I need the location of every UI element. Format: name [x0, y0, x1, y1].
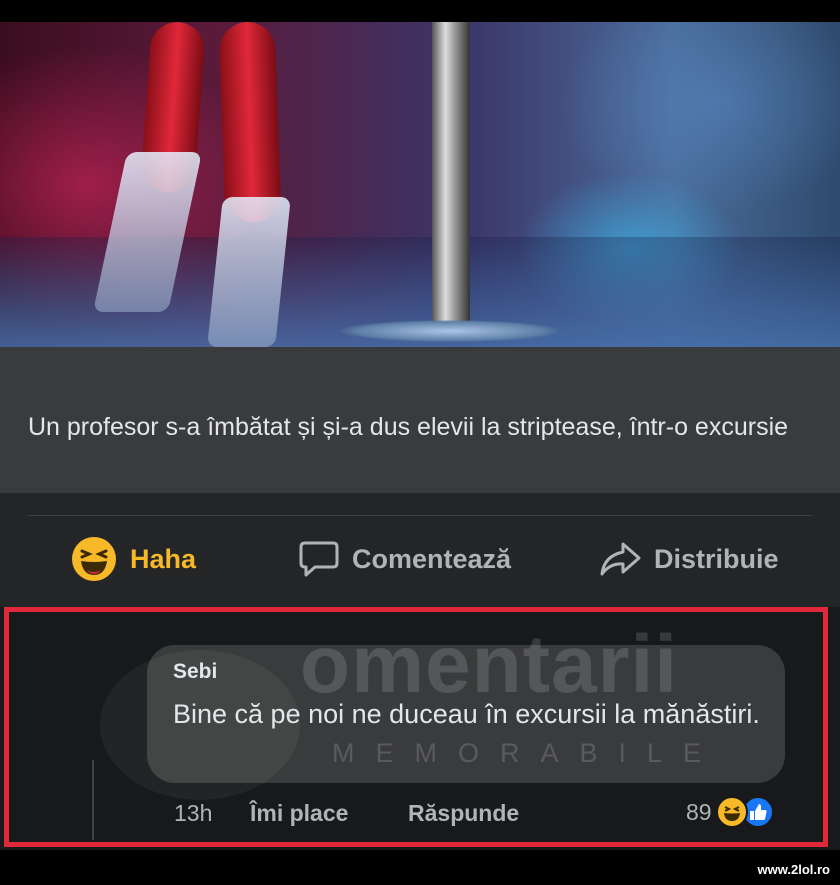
haha-label: Haha — [130, 543, 197, 574]
haha-icon — [715, 796, 748, 828]
dance-pole — [432, 22, 470, 322]
dance-pole-base — [340, 320, 560, 342]
source-watermark: www.2lol.ro — [757, 862, 830, 877]
share-icon — [600, 542, 641, 576]
highlight-frame — [4, 607, 828, 847]
link-title: Un profesor s-a îmbătat și și-a dus elev… — [28, 413, 789, 441]
comment-icon — [299, 541, 339, 577]
link-preview-title-box[interactable]: Un profesor s-a îmbătat și și-a dus elev… — [0, 347, 840, 493]
divider — [28, 515, 812, 516]
dancer-leg — [218, 22, 282, 223]
post-actions-bar: Haha Comentează Distribuie — [0, 493, 840, 607]
link-preview-image[interactable] — [0, 22, 840, 347]
comment-button[interactable]: Comentează — [298, 539, 511, 579]
comment-label: Comentează — [352, 543, 512, 574]
share-button[interactable]: Distribuie — [598, 539, 779, 579]
top-strip — [0, 0, 840, 22]
haha-icon — [72, 537, 116, 581]
share-label: Distribuie — [654, 543, 779, 574]
haha-reaction-button[interactable]: Haha — [70, 537, 197, 581]
bottom-strip — [0, 850, 840, 885]
